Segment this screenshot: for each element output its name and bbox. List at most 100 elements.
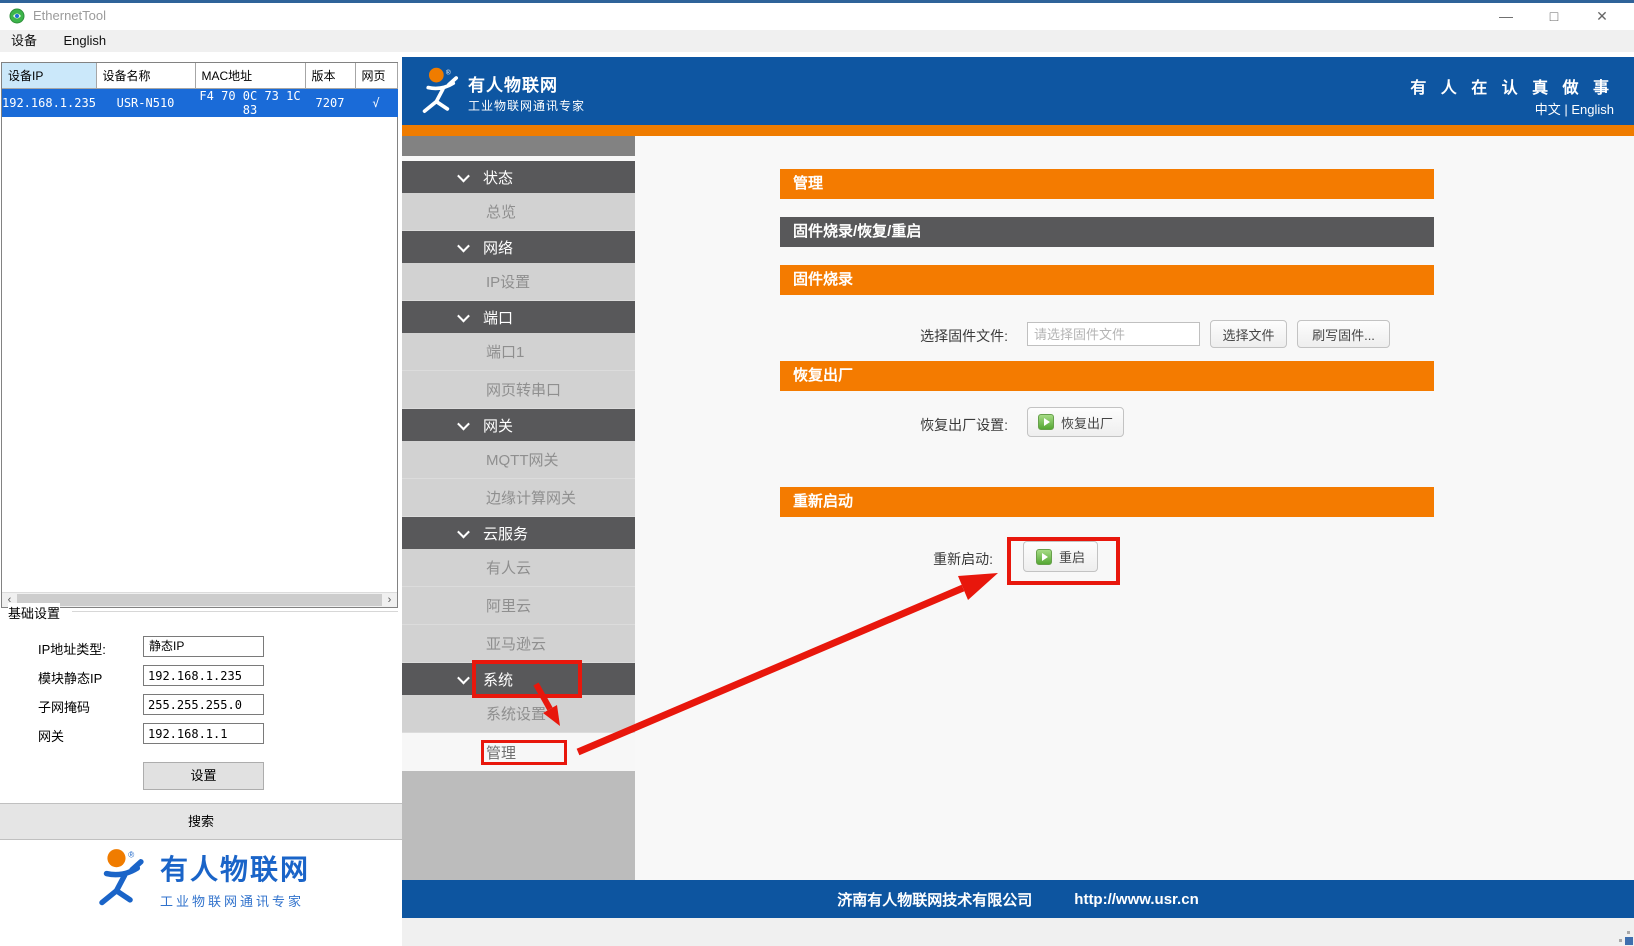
sidebar-item-mqtt-gateway[interactable]: MQTT网关 <box>402 441 635 479</box>
scroll-right-icon[interactable]: › <box>382 593 397 607</box>
menu-bar: 设备 English <box>0 30 1634 52</box>
subnet-field[interactable] <box>143 694 264 715</box>
horizontal-scrollbar[interactable]: ‹ › <box>2 592 397 607</box>
sidebar-item-usr-cloud[interactable]: 有人云 <box>402 549 635 587</box>
close-button[interactable]: ✕ <box>1578 4 1626 29</box>
scrollbar-thumb[interactable] <box>17 594 382 606</box>
restart-section-title: 重新启动 <box>780 487 1434 517</box>
chevron-down-icon <box>457 169 470 182</box>
lang-separator: | <box>1564 102 1567 117</box>
sidebar-label: 阿里云 <box>486 595 531 616</box>
column-header-device-ip[interactable]: 设备IP <box>2 63 96 89</box>
column-header-device-name[interactable]: 设备名称 <box>96 63 195 89</box>
sidebar-group-cloud[interactable]: 云服务 <box>402 517 635 549</box>
table-row-selected[interactable]: 192.168.1.235 USR-N510 F4 70 0C 73 1C 83… <box>2 89 397 118</box>
search-button[interactable]: 搜索 <box>0 803 402 840</box>
menu-english[interactable]: English <box>52 30 117 52</box>
sidebar-item-web-to-serial[interactable]: 网页转串口 <box>402 371 635 409</box>
chevron-down-icon <box>457 671 470 684</box>
sidebar-item-ip-settings[interactable]: IP设置 <box>402 263 635 301</box>
sidebar-item-system-settings[interactable]: 系统设置 <box>402 695 635 733</box>
run-icon <box>1038 414 1054 430</box>
cell-web-link[interactable]: √ <box>355 89 397 118</box>
svg-text:®: ® <box>128 850 134 859</box>
sidebar-group-status[interactable]: 状态 <box>402 161 635 193</box>
sidebar-label: 云服务 <box>483 523 528 544</box>
resize-grip[interactable] <box>1627 931 1630 934</box>
sidebar-label: IP设置 <box>486 271 530 292</box>
sidebar-item-overview[interactable]: 总览 <box>402 193 635 231</box>
chevron-down-icon <box>457 239 470 252</box>
orange-divider <box>402 125 1634 136</box>
sidebar-label: 有人云 <box>486 557 531 578</box>
restart-label: 重新启动: <box>780 549 993 569</box>
footer-url[interactable]: http://www.usr.cn <box>1074 891 1198 908</box>
cell-mac: F4 70 0C 73 1C 83 <box>195 89 305 118</box>
web-motto: 有 人 在 认 真 做 事 <box>1410 74 1614 98</box>
app-window: EthernetTool — □ ✕ 设备 English 设备IP 设备名称 … <box>0 0 1634 946</box>
web-footer: 济南有人物联网技术有限公司 http://www.usr.cn <box>402 880 1634 918</box>
ip-type-label: IP地址类型: <box>38 639 106 658</box>
sidebar-top-strip <box>402 136 635 156</box>
sidebar-group-port[interactable]: 端口 <box>402 301 635 333</box>
chevron-down-icon <box>457 525 470 538</box>
chevron-down-icon <box>457 417 470 430</box>
lang-chinese-link[interactable]: 中文 <box>1535 102 1561 117</box>
content-area: 管理 固件烧录/恢复/重启 固件烧录 选择固件文件: 选择文件 刷写固件... … <box>635 136 1634 880</box>
sidebar-group-system[interactable]: 系统 <box>402 663 635 695</box>
maximize-button[interactable]: □ <box>1530 4 1578 29</box>
flash-firmware-button[interactable]: 刷写固件... <box>1297 320 1390 348</box>
sidebar-group-network[interactable]: 网络 <box>402 231 635 263</box>
web-body: 状态 总览 网络 IP设置 端口 端口1 <box>402 136 1634 880</box>
factory-section-title: 恢复出厂 <box>780 361 1434 391</box>
cell-device-name: USR-N510 <box>96 89 195 118</box>
menu-device[interactable]: 设备 <box>0 30 48 52</box>
sidebar-label: MQTT网关 <box>486 449 559 470</box>
svg-text:®: ® <box>446 68 451 76</box>
choose-file-button[interactable]: 选择文件 <box>1210 320 1287 348</box>
window-title: EthernetTool <box>33 8 106 23</box>
ip-type-select[interactable]: 静态IP <box>143 636 264 657</box>
sidebar-group-gateway[interactable]: 网关 <box>402 409 635 441</box>
sidebar-label: 网络 <box>483 237 513 258</box>
sidebar-label: 网页转串口 <box>486 379 561 400</box>
column-header-web[interactable]: 网页 <box>355 63 397 89</box>
resize-grip-corner[interactable] <box>1625 937 1633 945</box>
window-accent-border <box>0 0 1634 3</box>
column-header-mac[interactable]: MAC地址 <box>195 63 305 89</box>
factory-reset-button[interactable]: 恢复出厂 <box>1027 407 1124 437</box>
web-sidebar: 状态 总览 网络 IP设置 端口 端口1 <box>402 136 635 880</box>
app-icon <box>9 8 25 24</box>
cell-version: 7207 <box>305 89 355 118</box>
firmware-file-label: 选择固件文件: <box>780 326 1008 346</box>
annotation-box-system <box>472 660 582 698</box>
annotation-box-admin <box>481 740 567 765</box>
gateway-label: 网关 <box>38 726 64 745</box>
gateway-field[interactable] <box>143 723 264 744</box>
sidebar-label: 端口1 <box>486 341 524 362</box>
firmware-file-input[interactable] <box>1027 322 1200 346</box>
sidebar-item-port1[interactable]: 端口1 <box>402 333 635 371</box>
device-table: 设备IP 设备名称 MAC地址 版本 网页 192.168.1.235 USR-… <box>2 63 398 117</box>
sidebar-label: 网关 <box>483 415 513 436</box>
sidebar-item-admin[interactable]: 管理 <box>402 733 635 771</box>
sidebar-label: 系统设置 <box>486 703 546 724</box>
sidebar-item-ali-cloud[interactable]: 阿里云 <box>402 587 635 625</box>
resize-grip[interactable] <box>1619 939 1622 942</box>
static-ip-field[interactable] <box>143 665 264 686</box>
sidebar-label: 亚马逊云 <box>486 633 546 654</box>
brand-slogan: 工业物联网通讯专家 <box>160 891 310 910</box>
firmware-section-title: 固件烧录 <box>780 265 1434 295</box>
usr-logo-icon-white: ® <box>416 67 464 117</box>
sidebar-item-aws-cloud[interactable]: 亚马逊云 <box>402 625 635 663</box>
lang-english-link[interactable]: English <box>1571 102 1614 117</box>
sidebar-item-edge-gateway[interactable]: 边缘计算网关 <box>402 479 635 517</box>
set-button[interactable]: 设置 <box>143 762 264 790</box>
minimize-button[interactable]: — <box>1482 4 1530 29</box>
sidebar-label: 状态 <box>483 167 513 188</box>
sidebar-label: 端口 <box>483 307 513 328</box>
sidebar-filler <box>402 771 635 880</box>
subnet-label: 子网掩码 <box>38 697 90 716</box>
device-list: 设备IP 设备名称 MAC地址 版本 网页 192.168.1.235 USR-… <box>1 62 398 608</box>
column-header-version[interactable]: 版本 <box>305 63 355 89</box>
